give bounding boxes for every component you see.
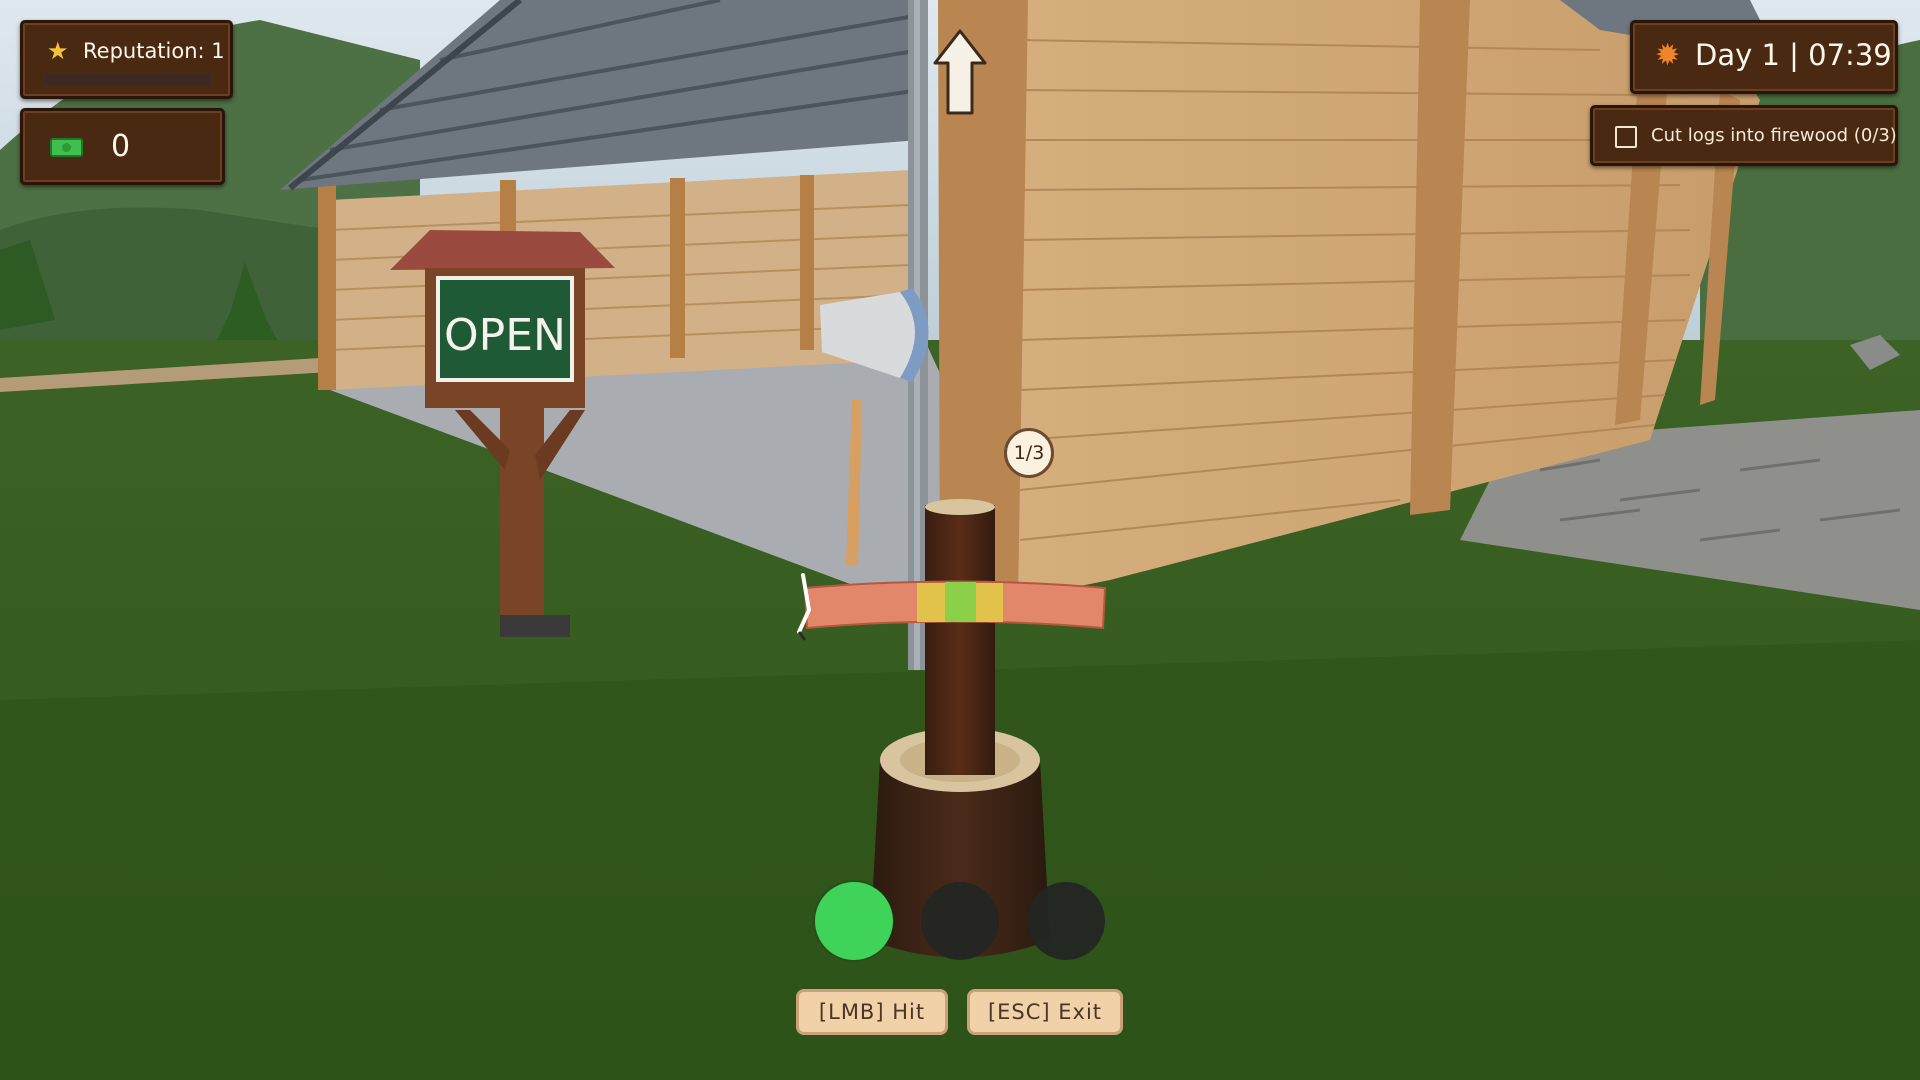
- strike-indicator-2: [921, 882, 999, 960]
- quest-checkbox: [1615, 126, 1637, 148]
- clock-time: 07:39: [1808, 38, 1892, 72]
- objective-arrow-icon: [933, 29, 987, 115]
- hit-button[interactable]: [LMB] Hit: [796, 989, 948, 1035]
- day-time-separator: |: [1789, 38, 1799, 72]
- money-value: 0: [111, 129, 131, 164]
- cash-icon: [50, 138, 83, 157]
- quest-text: Cut logs into firewood (0/3): [1651, 125, 1897, 146]
- star-icon: ★: [47, 37, 69, 65]
- day-time-text: Day 1 | 07:39: [1695, 38, 1892, 73]
- reputation-panel: ★ Reputation: 1: [20, 20, 233, 99]
- money-panel: 0: [20, 108, 225, 185]
- sun-icon: ✹: [1655, 38, 1681, 73]
- day-time-panel: ✹ Day 1 | 07:39: [1630, 20, 1898, 94]
- open-sign-text: OPEN: [444, 310, 566, 361]
- quest-panel: Cut logs into firewood (0/3): [1590, 105, 1898, 166]
- timing-zone-perfect: [945, 582, 976, 622]
- chop-counter: 1/3: [1004, 428, 1054, 478]
- day-label: Day 1: [1695, 38, 1780, 72]
- chop-timing-bar: [797, 573, 1107, 641]
- reputation-progress-bar: [45, 73, 210, 85]
- strike-indicator-1: [815, 882, 893, 960]
- reputation-label: Reputation: 1: [83, 39, 225, 63]
- exit-button[interactable]: [ESC] Exit: [967, 989, 1123, 1035]
- strike-indicator-3: [1027, 882, 1105, 960]
